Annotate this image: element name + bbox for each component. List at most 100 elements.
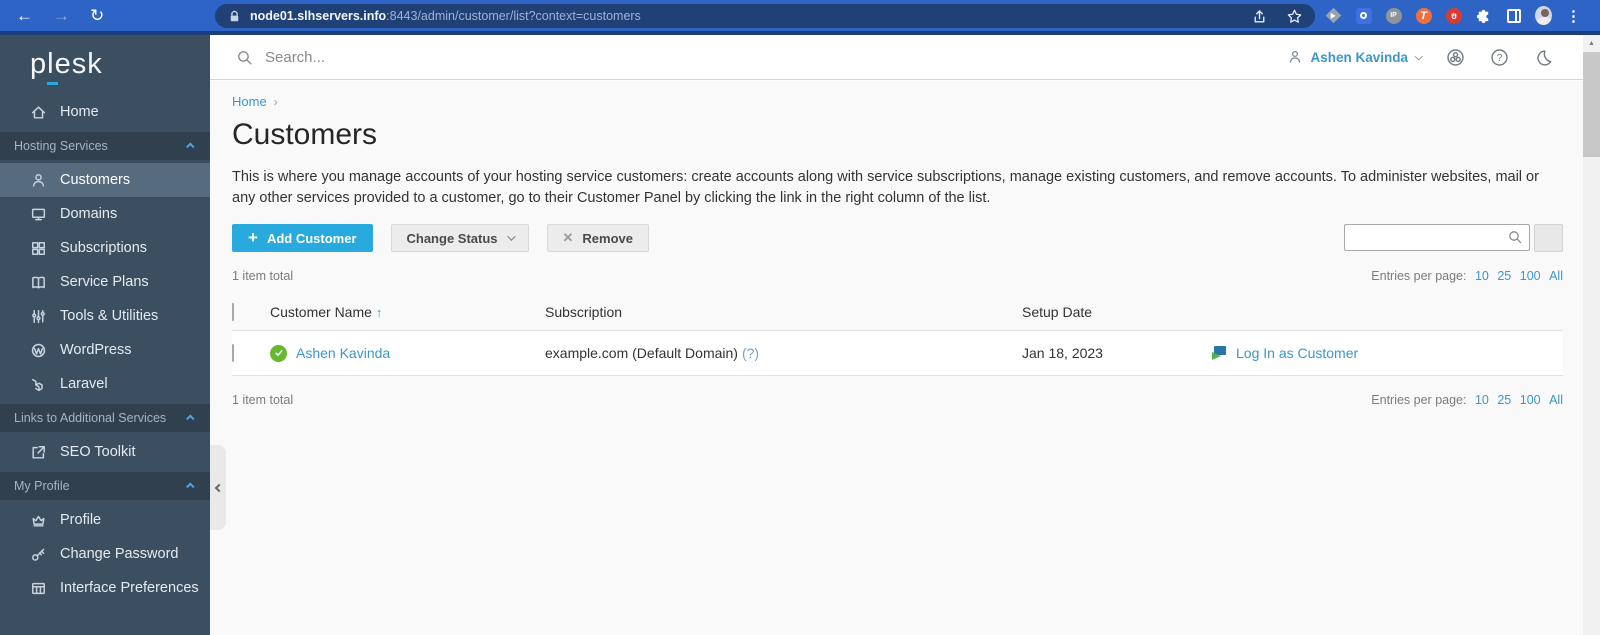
sidebar-item-domains[interactable]: Domains xyxy=(0,197,210,231)
help-icon[interactable]: ? xyxy=(1490,48,1509,67)
sidebar-item-interface-preferences[interactable]: Interface Preferences xyxy=(0,571,210,605)
sidebar-section-my-profile[interactable]: My Profile xyxy=(0,472,210,500)
page-scrollbar[interactable]: ▲ xyxy=(1583,35,1600,635)
login-as-customer-link[interactable]: Log In as Customer xyxy=(1236,345,1358,361)
section-label: My Profile xyxy=(14,479,70,493)
status-active-icon xyxy=(270,344,287,362)
plesk-logo[interactable]: plesk xyxy=(0,35,210,95)
add-customer-button[interactable]: + Add Customer xyxy=(232,224,373,253)
entries-all-link[interactable]: All xyxy=(1549,393,1563,407)
list-filter-input[interactable] xyxy=(1344,224,1530,252)
entries-25-link[interactable]: 25 xyxy=(1497,393,1511,407)
feedback-icon[interactable] xyxy=(1446,48,1465,67)
breadcrumb-separator-icon: › xyxy=(273,94,278,109)
sidebar-item-label: Interface Preferences xyxy=(60,580,199,596)
svg-text:?: ? xyxy=(1497,53,1503,64)
customer-name-link[interactable]: Ashen Kavinda xyxy=(296,345,390,361)
table-row: Ashen Kavinda example.com (Default Domai… xyxy=(232,331,1563,377)
entries-10-link[interactable]: 10 xyxy=(1475,393,1489,407)
browser-forward-icon[interactable]: → xyxy=(53,7,70,24)
list-filter xyxy=(1344,224,1563,253)
browser-menu-icon[interactable]: ⋮ xyxy=(1565,7,1582,25)
header-setup-date[interactable]: Setup Date xyxy=(1022,304,1212,320)
header-customer-name[interactable]: Customer Name ↑ xyxy=(270,304,545,320)
subscription-help-link[interactable]: (?) xyxy=(742,345,759,361)
sidebar-item-home[interactable]: Home xyxy=(0,95,210,129)
sidebar-item-customers[interactable]: Customers xyxy=(0,163,210,197)
page-description: This is where you manage accounts of you… xyxy=(232,169,1539,207)
share-icon[interactable] xyxy=(1251,8,1268,25)
sidebar-collapse-handle[interactable] xyxy=(210,445,226,530)
entries-per-page: Entries per page: 10 25 100 All xyxy=(1371,393,1563,407)
url-host: node01.slhservers.info xyxy=(250,9,387,23)
remove-button[interactable]: ✕ Remove xyxy=(546,224,649,253)
sidebar-item-label: Tools & Utilities xyxy=(60,308,159,324)
browser-back-icon[interactable]: ← xyxy=(16,7,33,24)
plesk-topbar: Ashen Kavinda ? xyxy=(210,35,1583,80)
items-total: 1 item total xyxy=(232,393,294,408)
remove-x-icon: ✕ xyxy=(562,230,574,246)
entries-10-link[interactable]: 10 xyxy=(1475,269,1489,283)
entries-label: Entries per page: xyxy=(1371,269,1467,284)
scroll-up-icon[interactable]: ▲ xyxy=(1583,35,1600,51)
sidebar-item-wordpress[interactable]: WordPress xyxy=(0,333,210,367)
browser-profile-avatar[interactable] xyxy=(1535,6,1552,25)
user-name: Ashen Kavinda xyxy=(1310,49,1408,65)
blue-extension-icon[interactable] xyxy=(1355,7,1372,24)
breadcrumb-home-link[interactable]: Home xyxy=(232,94,267,109)
entries-100-link[interactable]: 100 xyxy=(1520,393,1541,407)
sidebar-item-label: Profile xyxy=(60,512,102,528)
tag-assistant-extension-icon[interactable] xyxy=(1325,7,1342,24)
entries-all-link[interactable]: All xyxy=(1549,269,1563,283)
entries-25-link[interactable]: 25 xyxy=(1497,269,1511,283)
header-subscription[interactable]: Subscription xyxy=(545,304,1022,320)
sidebar-item-change-password[interactable]: Change Password xyxy=(0,537,210,571)
add-customer-label: Add Customer xyxy=(266,230,357,246)
row-checkbox[interactable] xyxy=(232,344,234,363)
setup-date-cell: Jan 18, 2023 xyxy=(1022,345,1103,362)
main-content: Home › Customers This is where you manag… xyxy=(210,81,1583,635)
sidebar-item-subscriptions[interactable]: Subscriptions xyxy=(0,231,210,265)
sort-asc-icon: ↑ xyxy=(375,304,383,320)
user-menu[interactable]: Ashen Kavinda xyxy=(1287,49,1423,65)
sidebar-item-profile[interactable]: Profile xyxy=(0,503,210,537)
table-header-row: Customer Name ↑ Subscription Setup Date xyxy=(232,293,1563,332)
chevron-down-icon xyxy=(506,232,516,241)
sidebar-item-seo-toolkit[interactable]: SEO Toolkit xyxy=(0,435,210,469)
plesk-logo-text: plesk xyxy=(30,48,103,80)
sidebar-section-hosting-services[interactable]: Hosting Services xyxy=(0,132,210,160)
chevron-up-icon xyxy=(186,414,195,423)
filter-dropdown-button[interactable] xyxy=(1534,224,1563,253)
change-status-button[interactable]: Change Status xyxy=(390,224,529,253)
side-panel-icon[interactable] xyxy=(1505,7,1522,24)
lock-icon[interactable] xyxy=(227,9,242,24)
section-label: Hosting Services xyxy=(14,139,108,153)
customers-table: Customer Name ↑ Subscription Setup Date A… xyxy=(232,293,1563,377)
plesk-logo-mark xyxy=(47,82,58,85)
global-search-input[interactable] xyxy=(265,48,685,66)
list-meta-top: 1 item total Entries per page: 10 25 100… xyxy=(232,269,1563,283)
orange-t-extension-icon[interactable]: T xyxy=(1415,7,1432,24)
address-bar[interactable]: node01.slhservers.info:8443/admin/custom… xyxy=(215,4,1315,28)
subscription-cell: example.com (Default Domain) (?) xyxy=(545,345,760,362)
dark-mode-moon-icon[interactable] xyxy=(1534,48,1553,67)
sidebar-section-links-additional-services[interactable]: Links to Additional Services xyxy=(0,404,210,432)
select-all-checkbox[interactable] xyxy=(232,302,234,321)
adblock-hand-extension-icon[interactable] xyxy=(1445,7,1462,24)
filter-search-icon[interactable] xyxy=(1507,229,1523,250)
browser-reload-icon[interactable]: ↻ xyxy=(90,7,104,24)
service-plans-icon xyxy=(30,274,47,291)
sidebar-item-service-plans[interactable]: Service Plans xyxy=(0,265,210,299)
bookmark-star-icon[interactable] xyxy=(1286,8,1303,25)
ip-lookup-extension-icon[interactable]: IP xyxy=(1385,7,1402,24)
browser-edge-divider xyxy=(0,31,1600,35)
sidebar-item-laravel[interactable]: Laravel xyxy=(0,367,210,401)
sidebar-item-label: Subscriptions xyxy=(60,240,148,256)
extensions-puzzle-icon[interactable] xyxy=(1475,7,1492,24)
sidebar-item-tools-utilities[interactable]: Tools & Utilities xyxy=(0,299,210,333)
key-icon xyxy=(30,546,47,563)
entries-100-link[interactable]: 100 xyxy=(1520,269,1541,283)
scrollbar-thumb[interactable] xyxy=(1583,52,1600,157)
search-icon xyxy=(238,50,252,65)
browser-toolbar: ← → ↻ node01.slhservers.info:8443/admin/… xyxy=(0,0,1600,31)
